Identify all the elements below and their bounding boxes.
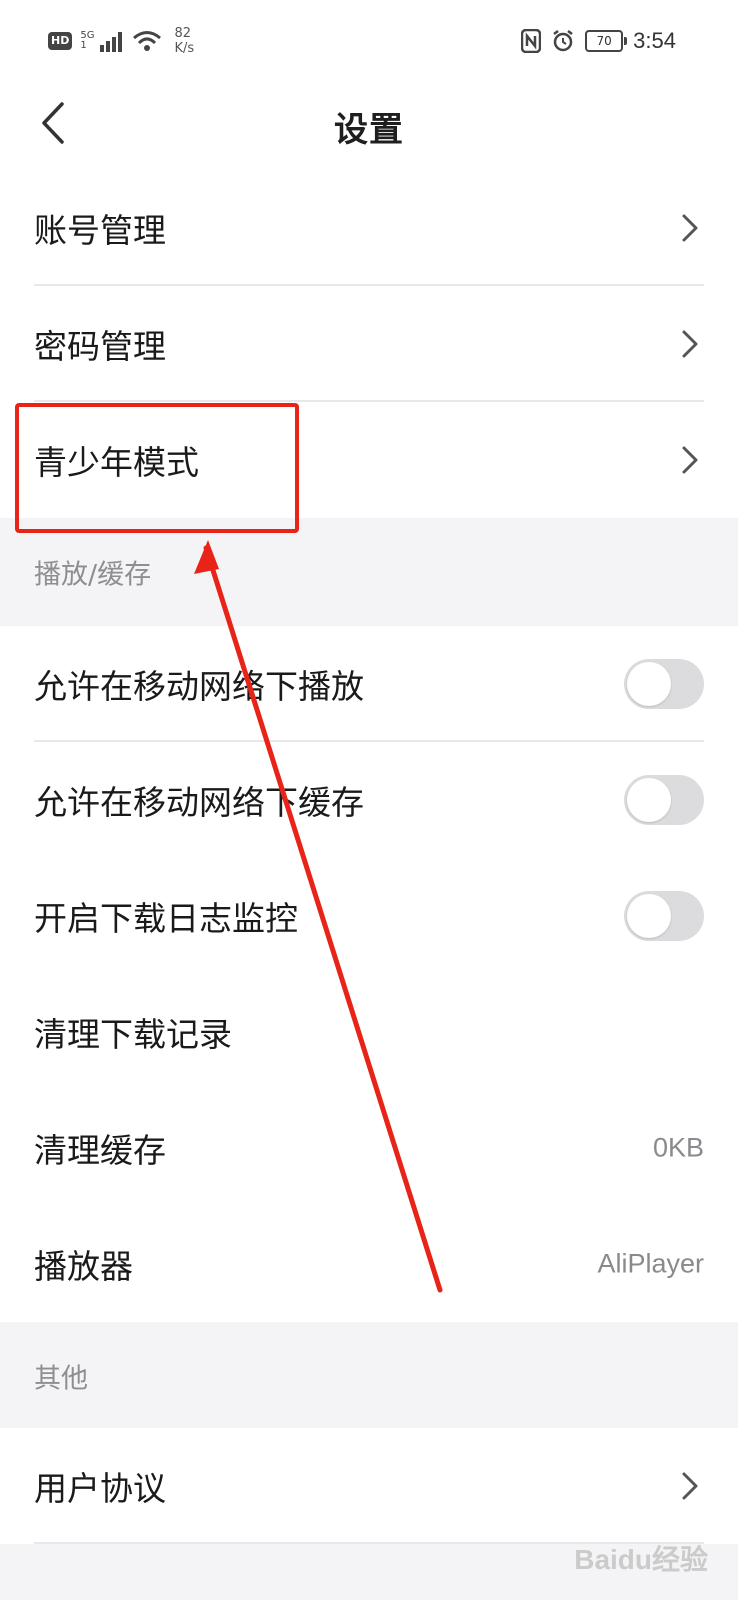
settings-row-clear-download-records[interactable]: 清理下载记录 bbox=[0, 974, 738, 1090]
network-speed-unit: K/s bbox=[174, 41, 195, 56]
network-sub: 1 bbox=[80, 40, 87, 51]
watermark: Baidu经验 bbox=[574, 1544, 708, 1575]
status-left: HD 5G 1 82 K/s bbox=[48, 26, 194, 56]
battery-indicator: 70 bbox=[585, 30, 628, 52]
alarm-icon bbox=[553, 30, 573, 52]
nfc-icon bbox=[521, 29, 542, 53]
row-label: 密码管理 bbox=[34, 327, 166, 366]
row-label: 清理缓存 bbox=[34, 1131, 166, 1170]
wifi-icon bbox=[133, 31, 162, 51]
mobile-cache-toggle[interactable] bbox=[624, 775, 704, 825]
settings-row-clear-cache[interactable]: 清理缓存 0KB bbox=[0, 1090, 738, 1206]
settings-row-player[interactable]: 播放器 AliPlayer bbox=[0, 1206, 738, 1322]
status-bar: HD 5G 1 82 K/s 70 3:54 bbox=[0, 0, 738, 84]
section-title: 其他 bbox=[34, 1363, 88, 1395]
toggle-knob bbox=[627, 894, 671, 938]
chevron-right-icon bbox=[682, 1472, 698, 1500]
section-header-playback: 播放/缓存 bbox=[0, 518, 738, 626]
status-time: 3:54 bbox=[633, 28, 676, 53]
settings-row-download-log: 开启下载日志监控 bbox=[0, 858, 738, 974]
section-title: 播放/缓存 bbox=[34, 559, 152, 591]
playback-group: 允许在移动网络下播放 允许在移动网络下缓存 开启下载日志监控 清理下载记录 清理… bbox=[0, 626, 738, 1322]
settings-row-mobile-play: 允许在移动网络下播放 bbox=[0, 626, 738, 742]
page-title: 设置 bbox=[334, 110, 404, 150]
network-speed: 82 K/s bbox=[174, 26, 194, 56]
settings-row-account-management[interactable]: 账号管理 bbox=[0, 170, 738, 286]
settings-row-password-management[interactable]: 密码管理 bbox=[0, 286, 738, 402]
hd-badge: HD bbox=[48, 32, 73, 50]
network-speed-value: 82 bbox=[174, 26, 192, 41]
settings-row-mobile-cache: 允许在移动网络下缓存 bbox=[0, 742, 738, 858]
nav-bar: 设置 bbox=[0, 84, 738, 170]
status-right: 70 3:54 bbox=[521, 28, 676, 54]
signal-icon bbox=[100, 32, 123, 52]
row-label: 清理下载记录 bbox=[34, 1015, 232, 1054]
chevron-right-icon bbox=[682, 214, 698, 242]
highlight-box bbox=[15, 403, 299, 533]
toggle-knob bbox=[627, 662, 671, 706]
row-label: 播放器 bbox=[34, 1247, 133, 1286]
network-indicator: 5G 1 bbox=[80, 31, 94, 51]
toggle-knob bbox=[627, 778, 671, 822]
player-value: AliPlayer bbox=[597, 1248, 704, 1279]
other-group: 用户协议 bbox=[0, 1428, 738, 1544]
row-label: 允许在移动网络下缓存 bbox=[34, 783, 364, 822]
row-label: 用户协议 bbox=[34, 1469, 166, 1508]
cache-size-value: 0KB bbox=[652, 1132, 704, 1163]
row-label: 允许在移动网络下播放 bbox=[34, 667, 364, 706]
settings-row-user-agreement[interactable]: 用户协议 bbox=[0, 1428, 738, 1544]
chevron-right-icon bbox=[682, 330, 698, 358]
download-log-toggle[interactable] bbox=[624, 891, 704, 941]
mobile-play-toggle[interactable] bbox=[624, 659, 704, 709]
row-label: 账号管理 bbox=[34, 211, 166, 250]
section-header-other: 其他 bbox=[0, 1322, 738, 1430]
row-label: 开启下载日志监控 bbox=[34, 899, 298, 938]
chevron-right-icon bbox=[682, 446, 698, 474]
